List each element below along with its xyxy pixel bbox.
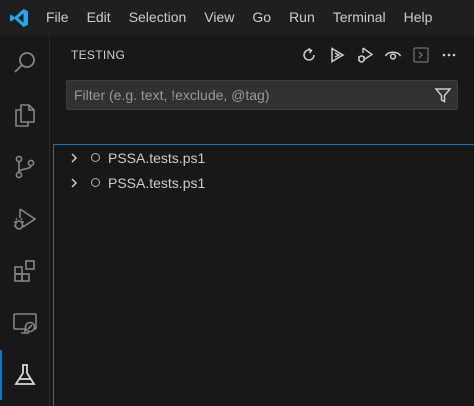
explorer-files-icon[interactable] bbox=[0, 90, 50, 140]
chevron-right-icon[interactable] bbox=[66, 150, 82, 166]
menu-run[interactable]: Run bbox=[280, 0, 324, 35]
tree-item-label: PSSA.tests.ps1 bbox=[108, 149, 206, 166]
run-debug-icon[interactable] bbox=[0, 194, 50, 244]
test-status-icon bbox=[91, 153, 100, 162]
filter-funnel-icon[interactable] bbox=[429, 81, 457, 109]
menu-go[interactable]: Go bbox=[243, 0, 280, 35]
extensions-icon[interactable] bbox=[0, 246, 50, 296]
show-output-icon[interactable] bbox=[408, 42, 434, 68]
testing-beaker-icon[interactable] bbox=[0, 350, 50, 400]
tree-item[interactable]: PSSA.tests.ps1 bbox=[54, 145, 474, 170]
more-actions-icon[interactable] bbox=[436, 42, 462, 68]
sidebar-header: TESTING bbox=[51, 35, 474, 75]
sidebar-title: TESTING bbox=[71, 48, 126, 62]
test-filter-input[interactable] bbox=[67, 81, 429, 109]
vscode-logo-icon bbox=[0, 0, 38, 35]
refresh-icon[interactable] bbox=[296, 42, 322, 68]
filter-box bbox=[66, 80, 458, 110]
remote-explorer-icon[interactable] bbox=[0, 298, 50, 348]
menu-file[interactable]: File bbox=[38, 0, 78, 35]
activity-bar bbox=[0, 35, 50, 406]
test-tree: PSSA.tests.ps1 PSSA.tests.ps1 bbox=[53, 144, 474, 406]
watch-eye-icon[interactable] bbox=[380, 42, 406, 68]
tree-item-label: PSSA.tests.ps1 bbox=[108, 174, 206, 191]
sidebar-toolbar bbox=[296, 42, 474, 68]
source-control-icon[interactable] bbox=[0, 142, 50, 192]
menu-selection[interactable]: Selection bbox=[120, 0, 196, 35]
testing-sidebar: TESTING Filter (e.g. text, !exclude, @ta… bbox=[51, 35, 474, 406]
run-all-tests-icon[interactable] bbox=[324, 42, 350, 68]
debug-all-tests-icon[interactable] bbox=[352, 42, 378, 68]
chevron-right-icon[interactable] bbox=[66, 175, 82, 191]
search-icon[interactable] bbox=[0, 38, 50, 88]
test-status-icon bbox=[91, 178, 100, 187]
menu-edit[interactable]: Edit bbox=[78, 0, 120, 35]
menu-view[interactable]: View bbox=[195, 0, 243, 35]
tree-item[interactable]: PSSA.tests.ps1 bbox=[54, 170, 474, 195]
menu-bar: File Edit Selection View Go Run Terminal… bbox=[0, 0, 474, 35]
menu-terminal[interactable]: Terminal bbox=[324, 0, 395, 35]
menu-help[interactable]: Help bbox=[395, 0, 442, 35]
